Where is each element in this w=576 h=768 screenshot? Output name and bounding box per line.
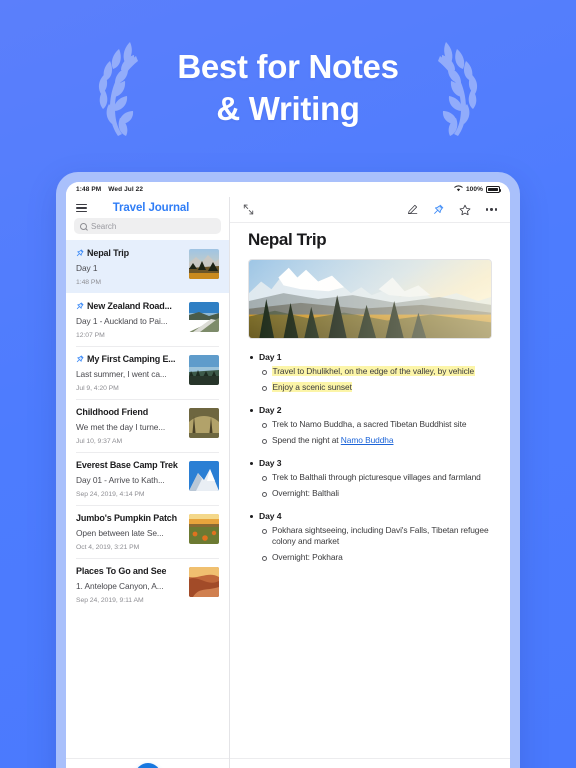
notes-sidebar: Travel Journal Nepal Trip xyxy=(66,197,230,768)
day-heading: Day 2 xyxy=(248,405,492,415)
bullet-text: Travel to Dhulikhel, on the edge of the … xyxy=(272,366,475,376)
search-icon xyxy=(80,222,87,230)
list-item: Overnight: Pokhara xyxy=(248,552,492,564)
list-item: Travel to Dhulikhel, on the edge of the … xyxy=(248,366,492,378)
bullet-text: Pokhara sightseeing, including Davi's Fa… xyxy=(272,524,489,547)
bullet-text: Overnight: Pokhara xyxy=(272,552,343,563)
pin-icon xyxy=(76,302,84,310)
note-list[interactable]: Nepal Trip Day 1 1:48 PM New Zealand Roa… xyxy=(66,240,229,758)
list-item: Pokhara sightseeing, including Davi's Fa… xyxy=(248,525,492,549)
status-time: 1:48 PM xyxy=(76,186,102,193)
note-editor-pane: Nepal Trip Day 1 Travel to Dhulikhel, on… xyxy=(230,197,510,768)
battery-full-icon xyxy=(486,186,502,193)
note-title: Everest Base Camp Trek xyxy=(76,460,178,470)
day-heading: Day 3 xyxy=(248,458,492,468)
day-group: Day 1 Travel to Dhulikhel, on the edge o… xyxy=(248,352,492,394)
promo-headline: Best for Notes & Writing xyxy=(0,28,576,148)
note-preview: We met the day I turne... xyxy=(76,422,166,432)
tablet-screen: 1:48 PM Wed Jul 22 100% Travel Journal S… xyxy=(66,182,510,768)
editor-toolbar xyxy=(230,197,510,223)
note-title: Places To Go and See xyxy=(76,566,167,576)
note-date: Jul 10, 9:37 AM xyxy=(76,438,123,445)
more-horizontal-icon[interactable] xyxy=(485,208,497,211)
pin-icon[interactable] xyxy=(433,204,444,215)
list-item: Trek to Balthali through picturesque vil… xyxy=(248,472,492,484)
note-thumbnail xyxy=(189,355,219,385)
day-heading: Day 1 xyxy=(248,352,492,362)
note-preview: Open between late Se... xyxy=(76,528,164,538)
note-date: Sep 24, 2019, 9:11 AM xyxy=(76,597,144,604)
day-group: Day 3 Trek to Balthali through picturesq… xyxy=(248,458,492,500)
note-thumbnail xyxy=(189,408,219,438)
list-item[interactable]: My First Camping E... Last summer, I wen… xyxy=(66,346,229,399)
headline-line-2: & Writing xyxy=(216,90,360,127)
hamburger-menu-icon[interactable] xyxy=(76,203,87,213)
note-thumbnail xyxy=(189,567,219,597)
note-title: New Zealand Road... xyxy=(87,301,172,311)
star-outline-icon[interactable] xyxy=(459,204,471,216)
day-heading: Day 4 xyxy=(248,511,492,521)
bullet-text: Trek to Namo Buddha, a sacred Tibetan Bu… xyxy=(272,418,467,429)
bullet-text: Trek to Balthali through picturesque vil… xyxy=(272,471,481,482)
wifi-icon xyxy=(454,185,463,194)
status-bar: 1:48 PM Wed Jul 22 100% xyxy=(66,182,510,197)
note-date: 1:48 PM xyxy=(76,279,101,286)
collapse-diagonal-arrows-icon[interactable] xyxy=(243,204,254,215)
note-date: 12:07 PM xyxy=(76,332,105,339)
note-body: Nepal Trip Day 1 Travel to Dhulikhel, on… xyxy=(230,223,510,758)
tablet-device-frame: 1:48 PM Wed Jul 22 100% Travel Journal S… xyxy=(56,172,520,768)
list-item: Spend the night at Namo Buddha xyxy=(248,435,492,447)
bullet-text: Overnight: Balthali xyxy=(272,487,339,498)
list-item[interactable]: Childhood Friend We met the day I turne.… xyxy=(66,399,229,452)
list-item[interactable]: Nepal Trip Day 1 1:48 PM xyxy=(66,240,229,293)
sidebar-title: Travel Journal xyxy=(112,202,190,214)
note-preview: 1. Antelope Canyon, A... xyxy=(76,581,164,591)
compose-pencil-icon[interactable] xyxy=(134,762,161,768)
day-group: Day 4 Pokhara sightseeing, including Dav… xyxy=(248,511,492,565)
note-preview: Last summer, I went ca... xyxy=(76,369,167,379)
note-thumbnail xyxy=(189,302,219,332)
list-item: Overnight: Balthali xyxy=(248,488,492,500)
note-date: Sep 24, 2019, 4:14 PM xyxy=(76,491,145,498)
note-title: Jumbo's Pumpkin Patch xyxy=(76,513,178,523)
page-title: Nepal Trip xyxy=(248,230,327,249)
status-date: Wed Jul 22 xyxy=(108,186,144,193)
namo-buddha-link[interactable]: Namo Buddha xyxy=(341,435,394,445)
battery-percent-label: 100% xyxy=(465,186,483,193)
headline-line-1: Best for Notes xyxy=(177,47,399,85)
list-item: Enjoy a scenic sunset xyxy=(248,381,492,394)
note-title: My First Camping E... xyxy=(87,354,176,364)
note-preview: Day 1 xyxy=(76,263,98,273)
list-item[interactable]: Jumbo's Pumpkin Patch Open between late … xyxy=(66,505,229,558)
pencil-edit-icon[interactable] xyxy=(407,204,418,215)
note-thumbnail xyxy=(189,249,219,279)
list-item[interactable]: New Zealand Road... Day 1 - Auckland to … xyxy=(66,293,229,346)
note-title: Childhood Friend xyxy=(76,407,149,417)
bullet-text: Enjoy a scenic sunset xyxy=(272,381,353,392)
list-item[interactable]: Places To Go and See 1. Antelope Canyon,… xyxy=(66,558,229,611)
sidebar-footer xyxy=(66,758,229,768)
search-bar[interactable] xyxy=(74,218,221,234)
pin-icon xyxy=(76,355,84,363)
note-date: Jul 9, 4:20 PM xyxy=(76,385,119,392)
bullet-text: Spend the night at xyxy=(272,434,341,445)
list-item[interactable]: Everest Base Camp Trek Day 01 - Arrive t… xyxy=(66,452,229,505)
note-thumbnail xyxy=(189,514,219,544)
note-thumbnail xyxy=(189,461,219,491)
note-title: Nepal Trip xyxy=(87,248,130,258)
day-group: Day 2 Trek to Namo Buddha, a sacred Tibe… xyxy=(248,405,492,447)
note-date: Oct 4, 2019, 3:21 PM xyxy=(76,544,140,551)
note-preview: Day 1 - Auckland to Pai... xyxy=(76,316,168,326)
search-input[interactable] xyxy=(91,221,215,231)
editor-footer: Travel Journal i xyxy=(230,758,510,768)
note-hero-image xyxy=(248,259,492,339)
note-preview: Day 01 - Arrive to Kath... xyxy=(76,475,165,485)
list-item: Trek to Namo Buddha, a sacred Tibetan Bu… xyxy=(248,419,492,431)
sidebar-header: Travel Journal xyxy=(66,197,229,218)
pin-icon xyxy=(76,249,84,257)
